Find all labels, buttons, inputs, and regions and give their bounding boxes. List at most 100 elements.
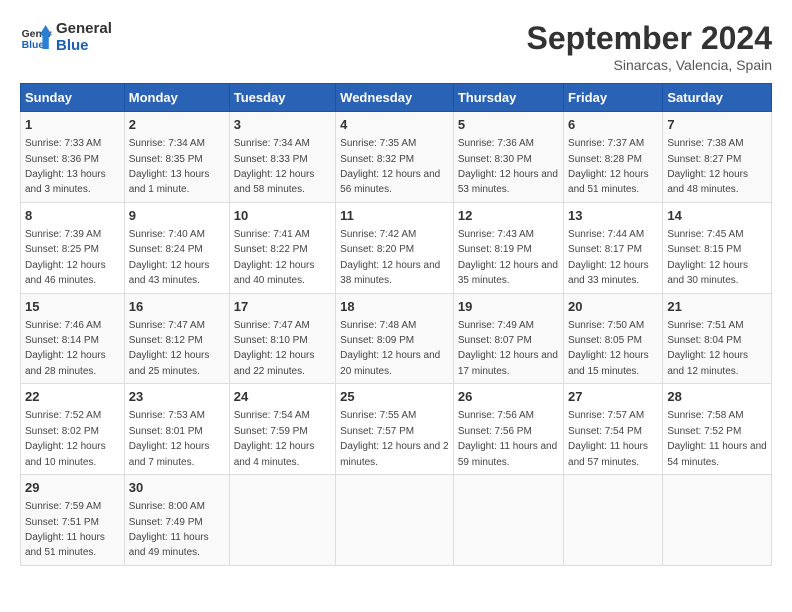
day-info: Sunrise: 7:42 AMSunset: 8:20 PMDaylight:… (340, 229, 440, 286)
day-info: Sunrise: 7:36 AMSunset: 8:30 PMDaylight:… (458, 138, 558, 195)
calendar-body: 1 Sunrise: 7:33 AMSunset: 8:36 PMDayligh… (21, 112, 772, 566)
day-info: Sunrise: 7:49 AMSunset: 8:07 PMDaylight:… (458, 320, 558, 377)
day-info: Sunrise: 7:52 AMSunset: 8:02 PMDaylight:… (25, 410, 106, 467)
day-number: 24 (234, 388, 331, 406)
logo: General Blue General Blue (20, 20, 112, 54)
calendar-cell: 24 Sunrise: 7:54 AMSunset: 7:59 PMDaylig… (229, 384, 335, 475)
calendar-row-4: 22 Sunrise: 7:52 AMSunset: 8:02 PMDaylig… (21, 384, 772, 475)
day-info: Sunrise: 7:34 AMSunset: 8:35 PMDaylight:… (129, 138, 210, 195)
day-number: 4 (340, 116, 449, 134)
calendar-cell (564, 475, 663, 566)
calendar-cell: 9 Sunrise: 7:40 AMSunset: 8:24 PMDayligh… (124, 202, 229, 293)
calendar-cell: 10 Sunrise: 7:41 AMSunset: 8:22 PMDaylig… (229, 202, 335, 293)
logo-general: General (56, 20, 112, 37)
calendar-header: Sunday Monday Tuesday Wednesday Thursday… (21, 84, 772, 112)
calendar-row-5: 29 Sunrise: 7:59 AMSunset: 7:51 PMDaylig… (21, 475, 772, 566)
day-info: Sunrise: 7:59 AMSunset: 7:51 PMDaylight:… (25, 501, 105, 558)
calendar-cell: 19 Sunrise: 7:49 AMSunset: 8:07 PMDaylig… (453, 293, 563, 384)
month-title: September 2024 (527, 20, 772, 57)
calendar-cell: 2 Sunrise: 7:34 AMSunset: 8:35 PMDayligh… (124, 112, 229, 203)
day-info: Sunrise: 7:47 AMSunset: 8:10 PMDaylight:… (234, 320, 315, 377)
day-number: 10 (234, 207, 331, 225)
day-number: 2 (129, 116, 225, 134)
calendar-cell: 1 Sunrise: 7:33 AMSunset: 8:36 PMDayligh… (21, 112, 125, 203)
calendar-row-2: 8 Sunrise: 7:39 AMSunset: 8:25 PMDayligh… (21, 202, 772, 293)
calendar-cell: 15 Sunrise: 7:46 AMSunset: 8:14 PMDaylig… (21, 293, 125, 384)
day-info: Sunrise: 7:38 AMSunset: 8:27 PMDaylight:… (667, 138, 748, 195)
day-number: 18 (340, 298, 449, 316)
day-number: 28 (667, 388, 767, 406)
day-number: 23 (129, 388, 225, 406)
calendar-cell: 17 Sunrise: 7:47 AMSunset: 8:10 PMDaylig… (229, 293, 335, 384)
calendar-cell: 29 Sunrise: 7:59 AMSunset: 7:51 PMDaylig… (21, 475, 125, 566)
day-info: Sunrise: 7:45 AMSunset: 8:15 PMDaylight:… (667, 229, 748, 286)
day-number: 26 (458, 388, 559, 406)
day-info: Sunrise: 7:48 AMSunset: 8:09 PMDaylight:… (340, 320, 440, 377)
calendar-cell: 25 Sunrise: 7:55 AMSunset: 7:57 PMDaylig… (336, 384, 454, 475)
calendar-cell: 27 Sunrise: 7:57 AMSunset: 7:54 PMDaylig… (564, 384, 663, 475)
day-number: 17 (234, 298, 331, 316)
calendar-cell: 30 Sunrise: 8:00 AMSunset: 7:49 PMDaylig… (124, 475, 229, 566)
calendar-cell: 13 Sunrise: 7:44 AMSunset: 8:17 PMDaylig… (564, 202, 663, 293)
day-info: Sunrise: 7:50 AMSunset: 8:05 PMDaylight:… (568, 320, 649, 377)
day-info: Sunrise: 7:37 AMSunset: 8:28 PMDaylight:… (568, 138, 649, 195)
day-info: Sunrise: 7:34 AMSunset: 8:33 PMDaylight:… (234, 138, 315, 195)
day-number: 16 (129, 298, 225, 316)
day-info: Sunrise: 7:39 AMSunset: 8:25 PMDaylight:… (25, 229, 106, 286)
calendar-cell: 14 Sunrise: 7:45 AMSunset: 8:15 PMDaylig… (663, 202, 772, 293)
day-number: 20 (568, 298, 658, 316)
calendar-cell: 18 Sunrise: 7:48 AMSunset: 8:09 PMDaylig… (336, 293, 454, 384)
calendar-cell: 5 Sunrise: 7:36 AMSunset: 8:30 PMDayligh… (453, 112, 563, 203)
day-number: 15 (25, 298, 120, 316)
day-number: 14 (667, 207, 767, 225)
logo-blue: Blue (56, 37, 112, 54)
day-number: 5 (458, 116, 559, 134)
calendar-cell (663, 475, 772, 566)
col-monday: Monday (124, 84, 229, 112)
day-info: Sunrise: 7:51 AMSunset: 8:04 PMDaylight:… (667, 320, 748, 377)
day-number: 8 (25, 207, 120, 225)
day-info: Sunrise: 8:00 AMSunset: 7:49 PMDaylight:… (129, 501, 209, 558)
day-info: Sunrise: 7:56 AMSunset: 7:56 PMDaylight:… (458, 410, 557, 467)
day-number: 25 (340, 388, 449, 406)
day-info: Sunrise: 7:55 AMSunset: 7:57 PMDaylight:… (340, 410, 448, 467)
col-thursday: Thursday (453, 84, 563, 112)
logo-icon: General Blue (20, 21, 52, 53)
calendar-cell: 20 Sunrise: 7:50 AMSunset: 8:05 PMDaylig… (564, 293, 663, 384)
day-number: 27 (568, 388, 658, 406)
location: Sinarcas, Valencia, Spain (527, 57, 772, 73)
calendar-cell (336, 475, 454, 566)
calendar-table: Sunday Monday Tuesday Wednesday Thursday… (20, 83, 772, 566)
calendar-cell: 16 Sunrise: 7:47 AMSunset: 8:12 PMDaylig… (124, 293, 229, 384)
day-info: Sunrise: 7:47 AMSunset: 8:12 PMDaylight:… (129, 320, 210, 377)
calendar-cell: 21 Sunrise: 7:51 AMSunset: 8:04 PMDaylig… (663, 293, 772, 384)
calendar-cell: 23 Sunrise: 7:53 AMSunset: 8:01 PMDaylig… (124, 384, 229, 475)
calendar-cell: 28 Sunrise: 7:58 AMSunset: 7:52 PMDaylig… (663, 384, 772, 475)
day-info: Sunrise: 7:43 AMSunset: 8:19 PMDaylight:… (458, 229, 558, 286)
col-wednesday: Wednesday (336, 84, 454, 112)
calendar-cell: 22 Sunrise: 7:52 AMSunset: 8:02 PMDaylig… (21, 384, 125, 475)
calendar-cell: 11 Sunrise: 7:42 AMSunset: 8:20 PMDaylig… (336, 202, 454, 293)
calendar-row-3: 15 Sunrise: 7:46 AMSunset: 8:14 PMDaylig… (21, 293, 772, 384)
day-number: 7 (667, 116, 767, 134)
col-saturday: Saturday (663, 84, 772, 112)
day-info: Sunrise: 7:40 AMSunset: 8:24 PMDaylight:… (129, 229, 210, 286)
day-info: Sunrise: 7:54 AMSunset: 7:59 PMDaylight:… (234, 410, 315, 467)
day-number: 6 (568, 116, 658, 134)
day-number: 22 (25, 388, 120, 406)
page-header: General Blue General Blue September 2024… (20, 20, 772, 73)
calendar-cell: 8 Sunrise: 7:39 AMSunset: 8:25 PMDayligh… (21, 202, 125, 293)
day-info: Sunrise: 7:44 AMSunset: 8:17 PMDaylight:… (568, 229, 649, 286)
col-tuesday: Tuesday (229, 84, 335, 112)
calendar-row-1: 1 Sunrise: 7:33 AMSunset: 8:36 PMDayligh… (21, 112, 772, 203)
title-block: September 2024 Sinarcas, Valencia, Spain (527, 20, 772, 73)
header-row: Sunday Monday Tuesday Wednesday Thursday… (21, 84, 772, 112)
calendar-cell: 4 Sunrise: 7:35 AMSunset: 8:32 PMDayligh… (336, 112, 454, 203)
day-info: Sunrise: 7:33 AMSunset: 8:36 PMDaylight:… (25, 138, 106, 195)
svg-text:Blue: Blue (22, 40, 45, 51)
day-number: 9 (129, 207, 225, 225)
col-friday: Friday (564, 84, 663, 112)
day-number: 1 (25, 116, 120, 134)
calendar-cell: 12 Sunrise: 7:43 AMSunset: 8:19 PMDaylig… (453, 202, 563, 293)
calendar-cell: 7 Sunrise: 7:38 AMSunset: 8:27 PMDayligh… (663, 112, 772, 203)
